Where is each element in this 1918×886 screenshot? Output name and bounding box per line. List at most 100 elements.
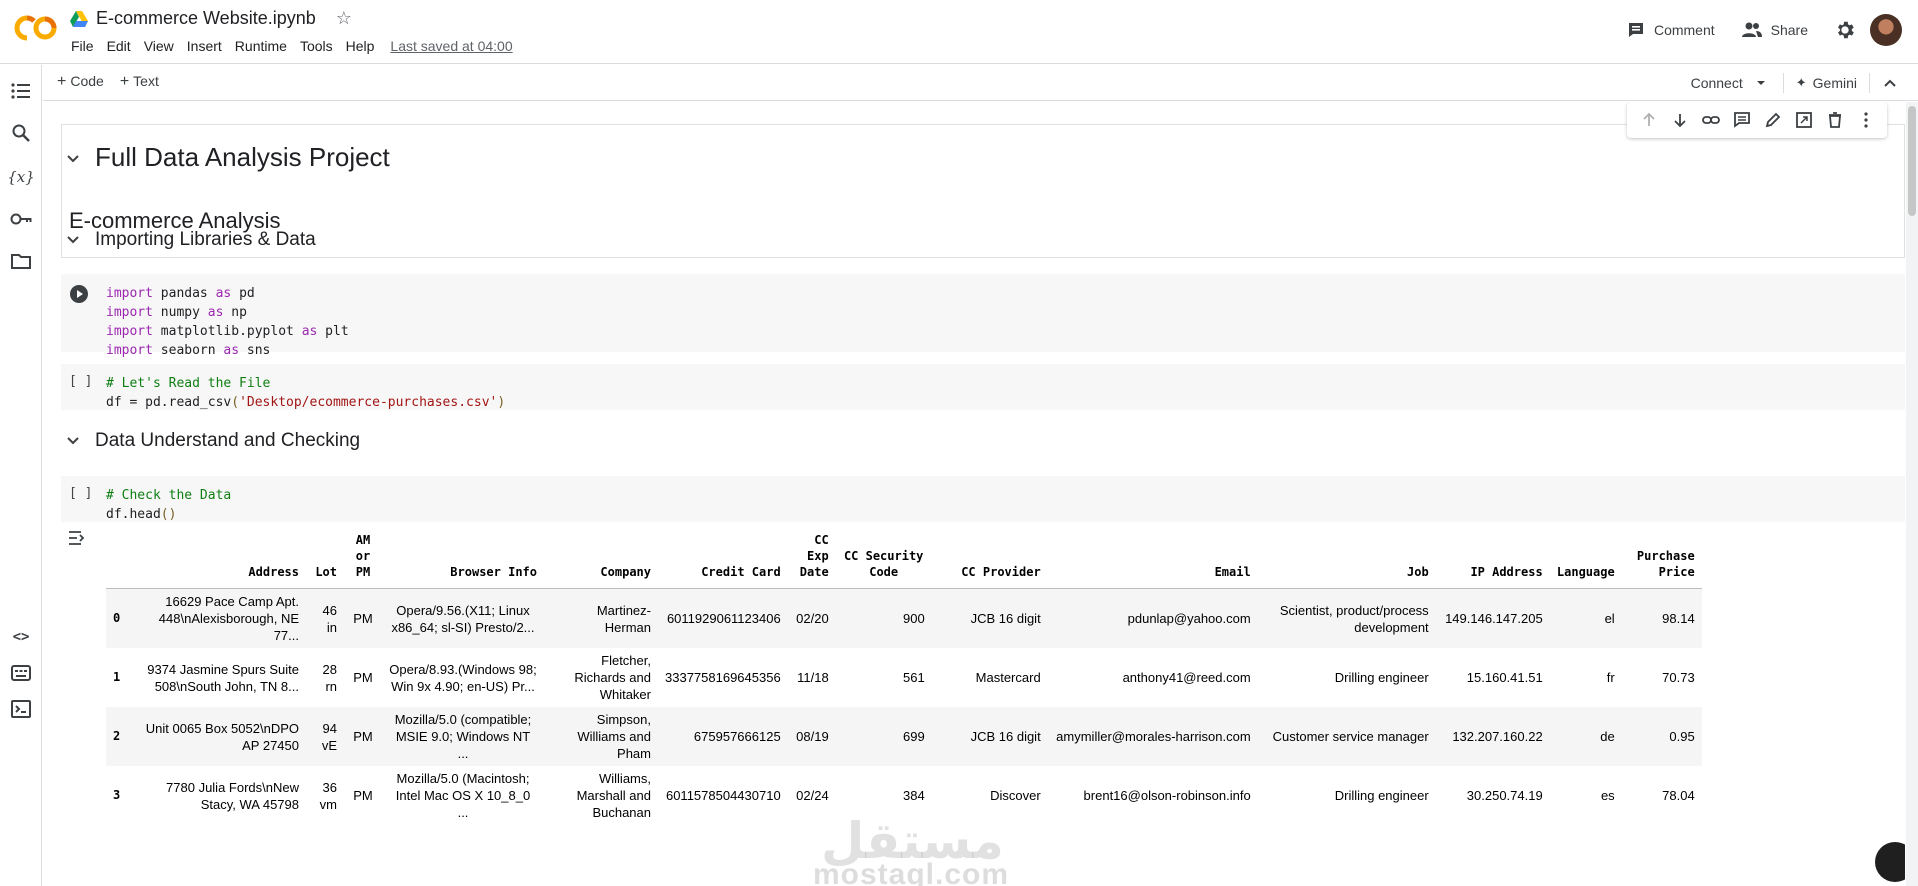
move-down-icon[interactable] bbox=[1671, 111, 1689, 129]
menu-insert[interactable]: Insert bbox=[187, 38, 222, 54]
collapse-chevron-icon[interactable] bbox=[65, 432, 81, 448]
table-row: 2 Unit 0065 Box 5052\nDPO AP 27450 94 vE… bbox=[106, 707, 1702, 766]
run-cell-button[interactable] bbox=[69, 284, 89, 304]
notebook-toolbar: + Code + Text Connect ✦ Gemini bbox=[43, 65, 1918, 101]
link-icon[interactable] bbox=[1701, 111, 1720, 129]
cell-exec-bracket[interactable]: [ ] bbox=[69, 374, 92, 389]
column-header: IP Address bbox=[1470, 565, 1543, 579]
dataframe-output: Address Lot AM or PM Browser Info Compan… bbox=[106, 532, 1905, 825]
code-cell-head[interactable]: [ ] # Check the Data df.head() bbox=[61, 476, 1905, 522]
column-header: CC Provider bbox=[961, 565, 1041, 579]
floating-action-button[interactable] bbox=[1875, 842, 1905, 882]
search-icon[interactable] bbox=[9, 121, 33, 145]
star-icon[interactable]: ☆ bbox=[336, 8, 352, 29]
notebook-title[interactable]: E-commerce Website.ipynb bbox=[96, 8, 316, 29]
people-icon bbox=[1741, 22, 1762, 37]
edit-pencil-icon[interactable] bbox=[1764, 111, 1782, 129]
key-icon[interactable] bbox=[9, 207, 33, 231]
comment-icon bbox=[1628, 23, 1643, 37]
menu-help[interactable]: Help bbox=[346, 38, 375, 54]
share-label: Share bbox=[1770, 22, 1808, 38]
cell-exec-bracket[interactable]: [ ] bbox=[69, 486, 92, 501]
section-heading-import: Importing Libraries & Data bbox=[95, 229, 316, 250]
column-header: Email bbox=[1214, 565, 1251, 579]
comment-icon[interactable] bbox=[1733, 111, 1751, 129]
comment-label: Comment bbox=[1653, 22, 1715, 38]
chevron-down-icon[interactable] bbox=[1751, 76, 1771, 90]
collapse-chevron-icon[interactable] bbox=[65, 231, 81, 247]
column-header: CC Security Code bbox=[843, 549, 924, 579]
connect-button[interactable]: Connect bbox=[1691, 75, 1743, 91]
add-text-button[interactable]: + Text bbox=[120, 73, 159, 91]
table-row: 0 16629 Pace Camp Apt. 448\nAlexisboroug… bbox=[106, 588, 1702, 648]
section-heading-checking: Data Understand and Checking bbox=[95, 430, 361, 451]
code-cell-imports[interactable]: import pandas as pd import numpy as np imp… bbox=[61, 274, 1905, 358]
column-header: Language bbox=[1556, 565, 1615, 579]
scrollbar-thumb[interactable] bbox=[1908, 106, 1916, 216]
column-header: Credit Card bbox=[701, 565, 781, 579]
menu-view[interactable]: View bbox=[144, 38, 174, 54]
toolbar-divider bbox=[1782, 73, 1784, 93]
column-header: AM or PM bbox=[355, 533, 371, 579]
column-header: Address bbox=[248, 565, 299, 579]
command-palette-icon[interactable] bbox=[9, 661, 33, 685]
heading-main: Full Data Analysis Project bbox=[95, 142, 390, 172]
add-code-button[interactable]: + Code bbox=[57, 73, 104, 91]
toolbar-divider bbox=[1869, 73, 1870, 93]
table-row: 1 9374 Jasmine Spurs Suite 508\nSouth Jo… bbox=[113, 653, 1695, 702]
menu-edit[interactable]: Edit bbox=[107, 38, 131, 54]
comment-button[interactable]: Comment bbox=[1626, 20, 1715, 40]
code-read-file[interactable]: # Let's Read the File df = pd.read_csv('D… bbox=[106, 374, 505, 412]
terminal-icon[interactable] bbox=[9, 697, 33, 721]
menu-runtime[interactable]: Runtime bbox=[235, 38, 287, 54]
code-cell-read[interactable]: [ ] # Let's Read the File df = pd.read_cs… bbox=[61, 364, 1905, 410]
vertical-scrollbar[interactable] bbox=[1906, 102, 1918, 886]
add-code-label: Code bbox=[70, 73, 104, 89]
collapse-chevron-icon[interactable] bbox=[65, 150, 81, 166]
column-header bbox=[106, 532, 136, 589]
menu-file[interactable]: File bbox=[71, 38, 94, 54]
gemini-button[interactable]: Gemini bbox=[1813, 75, 1857, 91]
move-up-icon[interactable] bbox=[1640, 111, 1658, 129]
user-avatar[interactable] bbox=[1870, 14, 1902, 46]
share-button[interactable]: Share bbox=[1741, 21, 1808, 39]
mirror-cell-icon[interactable] bbox=[1795, 111, 1813, 129]
column-header: Job bbox=[1407, 565, 1429, 579]
google-drive-icon[interactable] bbox=[70, 10, 88, 27]
column-header: Purchase Price bbox=[1636, 549, 1695, 579]
left-rail: {𝑥} <> bbox=[0, 65, 42, 886]
variables-icon[interactable]: {𝑥} bbox=[7, 165, 35, 189]
plus-icon: + bbox=[119, 73, 130, 90]
menu-bar: File Edit View Insert Runtime Tools Help… bbox=[71, 38, 526, 54]
dataframe-table: Address Lot AM or PM Browser Info Compan… bbox=[106, 532, 1702, 825]
watermark-latin: mostaql.com bbox=[813, 858, 1010, 886]
cell-toolbar bbox=[1627, 102, 1887, 138]
toolbar-right: Connect ✦ Gemini bbox=[1691, 73, 1898, 93]
title-row: E-commerce Website.ipynb ☆ bbox=[70, 8, 352, 29]
code-check-data[interactable]: # Check the Data df.head() bbox=[106, 486, 231, 524]
last-saved-link[interactable]: Last saved at 04:00 bbox=[390, 38, 512, 54]
chevron-up-icon[interactable] bbox=[1882, 76, 1898, 90]
more-vert-icon[interactable] bbox=[1857, 111, 1875, 129]
header-actions: Comment Share bbox=[1626, 14, 1902, 46]
delete-icon[interactable] bbox=[1826, 111, 1844, 129]
gemini-sparkle-icon: ✦ bbox=[1795, 75, 1807, 90]
plus-icon: + bbox=[57, 73, 67, 90]
table-of-contents-icon[interactable] bbox=[9, 79, 33, 103]
add-text-label: Text bbox=[133, 73, 159, 89]
column-header: Browser Info bbox=[450, 565, 537, 579]
column-header: CC Exp Date bbox=[799, 533, 829, 579]
notebook-body: Full Data Analysis Project E-commerce An… bbox=[43, 102, 1905, 886]
folder-icon[interactable] bbox=[9, 249, 33, 273]
column-header: Lot bbox=[315, 565, 337, 579]
output-actions-icon[interactable] bbox=[67, 528, 89, 548]
app-header: E-commerce Website.ipynb ☆ File Edit Vie… bbox=[0, 0, 1918, 64]
gear-icon[interactable] bbox=[1834, 19, 1856, 41]
menu-tools[interactable]: Tools bbox=[300, 38, 333, 54]
table-header-row: Address Lot AM or PM Browser Info Compan… bbox=[106, 532, 1702, 589]
code-snippets-icon[interactable]: <> bbox=[9, 625, 33, 649]
colab-logo[interactable] bbox=[14, 12, 58, 44]
column-header: Company bbox=[600, 565, 651, 579]
add-cell-buttons: + Code + Text bbox=[57, 73, 159, 91]
code-imports[interactable]: import pandas as pd import numpy as np imp… bbox=[106, 284, 349, 360]
